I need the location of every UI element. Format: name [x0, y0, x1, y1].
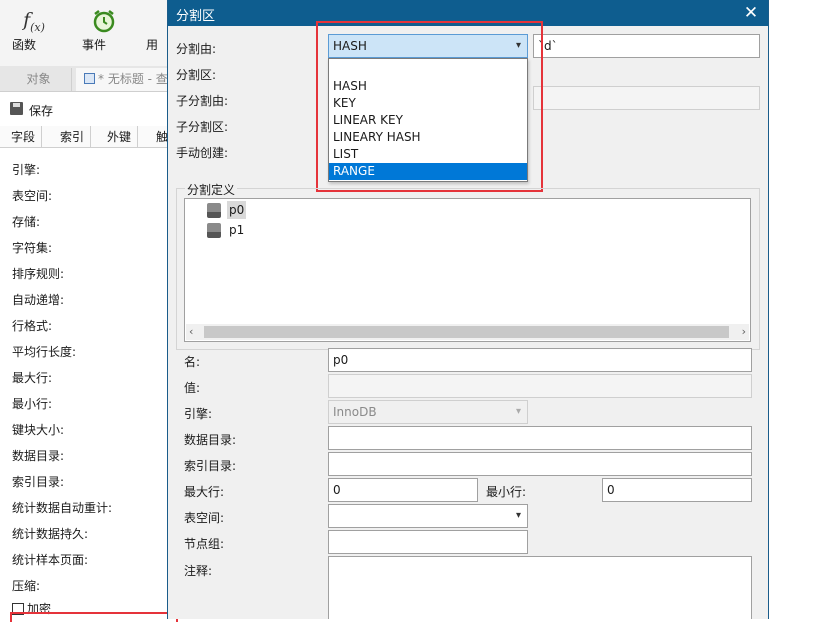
- option-label: 自动递增:: [12, 293, 65, 307]
- data-directory-label: 数据目录:: [184, 433, 237, 447]
- user-label: 用: [146, 38, 159, 52]
- partition-by-label: 分割由:: [176, 42, 217, 56]
- option-label: 最大行:: [12, 371, 53, 385]
- option-label: 统计数据自动重计:: [12, 501, 113, 515]
- value-label: 值:: [184, 381, 201, 395]
- close-icon[interactable]: ✕: [740, 2, 762, 24]
- chevron-down-icon: ▾: [515, 406, 521, 417]
- function-icon: f(x): [23, 8, 45, 34]
- scroll-left-icon[interactable]: ‹: [189, 324, 193, 340]
- subpartition-expression-input[interactable]: [533, 86, 760, 110]
- index-directory-input[interactable]: [328, 452, 752, 476]
- tablespace-label: 表空间:: [184, 511, 225, 525]
- save-disk-icon: [10, 102, 23, 115]
- option-label: 键块大小:: [12, 423, 65, 437]
- option-label: 统计数据持久:: [12, 527, 89, 541]
- subtab-fields[interactable]: 字段: [5, 126, 43, 148]
- tree-item-p0[interactable]: p0: [207, 201, 247, 219]
- comment-textarea[interactable]: [328, 556, 752, 619]
- subpartitions-label: 子分割区:: [176, 120, 229, 134]
- max-rows-input[interactable]: 0: [328, 478, 478, 502]
- function-button[interactable]: f(x) 函数: [12, 6, 56, 62]
- partition-expression-input[interactable]: `d`: [533, 34, 760, 58]
- engine-label: 引擎:: [184, 407, 213, 421]
- tree-item-label: p0: [227, 201, 247, 219]
- subtab-foreign-keys[interactable]: 外键: [101, 126, 139, 148]
- highlight-box-bottom: [10, 612, 178, 622]
- subtab-indexes[interactable]: 索引: [54, 126, 92, 148]
- tab-untitled-query[interactable]: * 无标题 - 查: [76, 68, 176, 91]
- data-directory-input[interactable]: [328, 426, 752, 450]
- option-label: 索引目录:: [12, 475, 65, 489]
- engine-value: InnoDB: [333, 405, 377, 419]
- alarm-clock-icon: [82, 6, 126, 36]
- name-label: 名:: [184, 355, 201, 369]
- highlight-box-dropdown: [316, 21, 543, 192]
- value-input[interactable]: [328, 374, 752, 398]
- manual-create-label: 手动创建:: [176, 146, 229, 160]
- event-label: 事件: [82, 38, 107, 52]
- option-label: 数据目录:: [12, 449, 65, 463]
- right-background: [769, 0, 833, 619]
- option-label: 行格式:: [12, 319, 53, 333]
- option-label: 平均行长度:: [12, 345, 77, 359]
- subpartition-by-label: 子分割由:: [176, 94, 229, 108]
- function-label: 函数: [12, 38, 37, 52]
- tab-objects[interactable]: 对象: [6, 68, 72, 91]
- option-label: 字符集:: [12, 241, 53, 255]
- event-button[interactable]: 事件: [82, 6, 126, 62]
- tree-item-label: p1: [229, 223, 245, 237]
- scroll-right-icon[interactable]: ›: [742, 324, 746, 340]
- designer-subtabs: 字段 索引 外键 触: [0, 126, 170, 148]
- tablespace-select[interactable]: ▾: [328, 504, 528, 528]
- option-label: 存储:: [12, 215, 41, 229]
- option-label: 统计样本页面:: [12, 553, 89, 567]
- save-button[interactable]: 保存: [0, 96, 170, 122]
- nodegroup-label: 节点组:: [184, 537, 225, 551]
- min-rows-label: 最小行:: [486, 485, 527, 499]
- tab-untitled-label: * 无标题 - 查: [98, 72, 168, 86]
- scrollbar-thumb[interactable]: [204, 326, 729, 338]
- engine-select[interactable]: InnoDB ▾: [328, 400, 528, 424]
- horizontal-scrollbar[interactable]: ‹ ›: [186, 324, 749, 340]
- partition-icon: [207, 202, 221, 218]
- option-label: 排序规则:: [12, 267, 65, 281]
- table-icon: [84, 73, 95, 84]
- option-label: 表空间:: [12, 189, 53, 203]
- comment-label: 注释:: [184, 564, 213, 578]
- table-options-list: 引擎: 表空间: 存储: 字符集: 排序规则: 自动递增: 行格式: 平均行长度…: [12, 160, 112, 602]
- partition-definition-legend: 分割定义: [185, 181, 238, 198]
- partition-icon: [207, 222, 221, 238]
- partition-tree[interactable]: p0 p1 ‹ ›: [184, 198, 751, 342]
- nodegroup-input[interactable]: [328, 530, 528, 554]
- min-rows-input[interactable]: 0: [602, 478, 752, 502]
- chevron-down-icon: ▾: [515, 510, 521, 521]
- partitions-label: 分割区:: [176, 68, 217, 82]
- save-label: 保存: [29, 104, 54, 118]
- index-directory-label: 索引目录:: [184, 459, 237, 473]
- dialog-title: 分割区: [176, 9, 216, 24]
- name-input[interactable]: p0: [328, 348, 752, 372]
- option-label: 压缩:: [12, 579, 41, 593]
- option-label: 引擎:: [12, 163, 41, 177]
- max-rows-label: 最大行:: [184, 485, 225, 499]
- tree-item-p1[interactable]: p1: [207, 221, 246, 239]
- user-button[interactable]: 用: [146, 6, 168, 62]
- option-label: 最小行:: [12, 397, 53, 411]
